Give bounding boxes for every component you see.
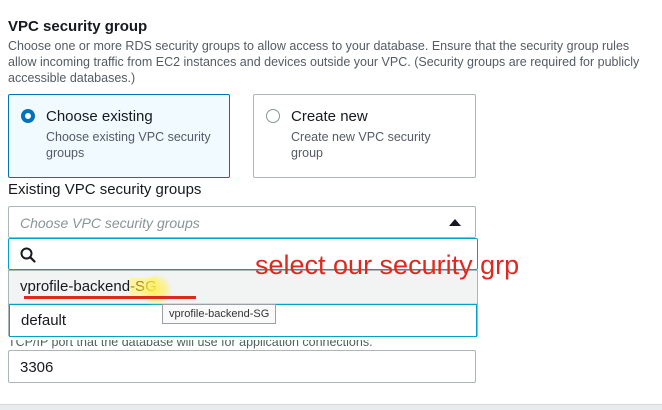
bottom-divider [0, 404, 662, 410]
cursor-highlight [140, 274, 172, 306]
port-input[interactable]: 3306 [8, 350, 476, 383]
choose-existing-option[interactable]: Choose existing Choose existing VPC secu… [8, 94, 230, 178]
search-icon [20, 247, 36, 263]
create-new-option[interactable]: Create new Create new VPC security group [253, 94, 476, 178]
option-label: default [21, 312, 67, 329]
radio-selected-icon[interactable] [21, 109, 35, 123]
port-hint: TCP/IP port that the database will use f… [8, 335, 373, 349]
option-label: vprofile-backend-SG [20, 278, 157, 295]
choose-existing-label: Choose existing [46, 108, 153, 125]
security-groups-select[interactable]: Choose VPC security groups [8, 206, 476, 238]
port-value: 3306 [20, 359, 54, 376]
section-description: Choose one or more RDS security groups t… [8, 39, 640, 85]
existing-groups-label: Existing VPC security groups [8, 181, 202, 198]
create-new-description: Create new VPC security group [291, 130, 431, 160]
annotation-underline [24, 296, 196, 299]
annotation-text: select our security grp [255, 250, 520, 280]
tooltip: vprofile-backend-SG [162, 304, 277, 324]
choose-existing-description: Choose existing VPC security groups [46, 130, 211, 160]
section-title: VPC security group [8, 18, 148, 35]
create-new-label: Create new [291, 108, 368, 125]
radio-unselected-icon[interactable] [266, 109, 280, 123]
caret-up-icon[interactable] [449, 219, 461, 226]
select-placeholder: Choose VPC security groups [20, 215, 200, 231]
